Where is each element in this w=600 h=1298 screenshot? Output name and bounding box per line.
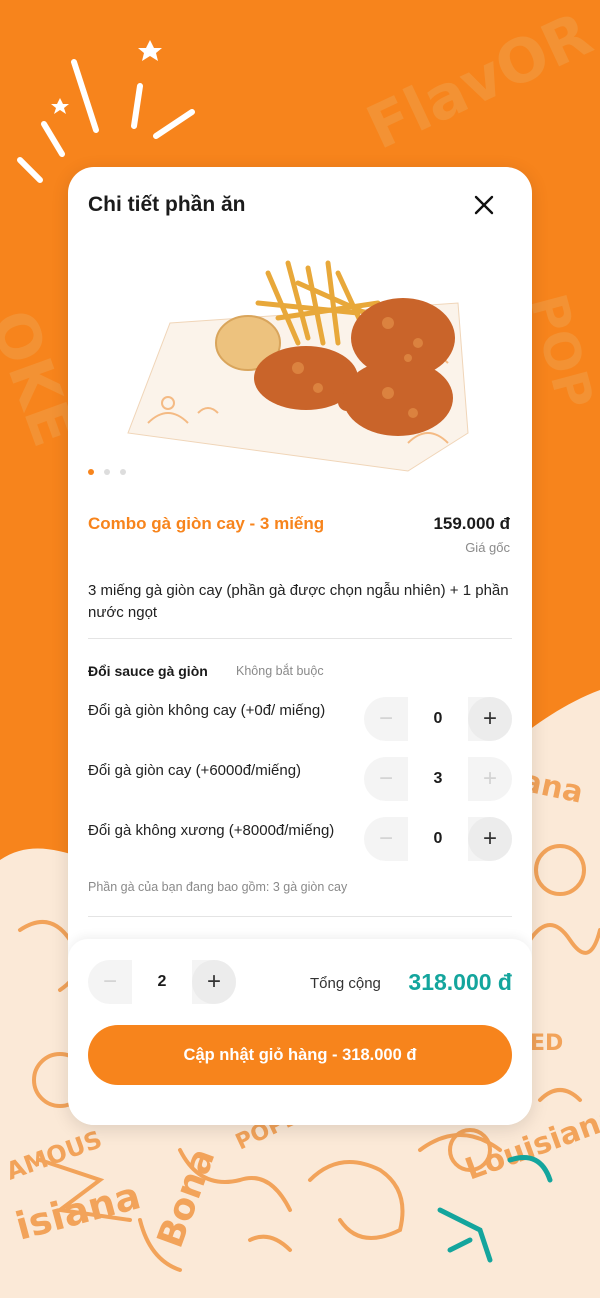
product-name: Combo gà giòn cay - 3 miếng — [88, 514, 325, 533]
option-stepper-boneless: − 0 + — [364, 817, 512, 861]
decrement-button[interactable]: − — [364, 697, 408, 741]
increment-button[interactable]: + — [468, 757, 512, 801]
price-note: Giá gốc — [465, 540, 510, 555]
divider — [88, 638, 512, 639]
sauce-section-title: Đổi sauce gà giòn — [88, 663, 208, 679]
quantity-stepper: − 2 + — [88, 960, 236, 1004]
decrement-button[interactable]: − — [364, 757, 408, 801]
increment-button[interactable]: + — [468, 817, 512, 861]
modal-footer: − 2 + Tổng cộng 318.000 đ Cập nhật giỏ h… — [68, 939, 532, 1125]
carousel-dot[interactable] — [120, 469, 126, 475]
option-label-non-spicy: Đổi gà giòn không cay (+0đ/ miếng) — [88, 702, 326, 719]
option-label-boneless: Đổi gà không xương (+8000đ/miếng) — [88, 822, 335, 839]
svg-text:FlavOR: FlavOR — [357, 0, 600, 164]
svg-text:ED: ED — [530, 1031, 563, 1056]
carousel-dot[interactable] — [104, 469, 110, 475]
increment-button[interactable]: + — [468, 697, 512, 741]
total-value: 318.000 đ — [408, 969, 512, 995]
option-stepper-non-spicy: − 0 + — [364, 697, 512, 741]
modal-header: Chi tiết phần ăn — [88, 189, 512, 221]
selection-summary-note: Phần gà của bạn đang bao gồm: 3 gà giòn … — [88, 880, 348, 894]
close-icon — [474, 195, 494, 215]
close-button[interactable] — [470, 191, 498, 219]
option-label-spicy: Đổi gà giòn cay (+6000đ/miếng) — [88, 762, 302, 779]
carousel-dot[interactable] — [88, 469, 94, 475]
option-stepper-spicy: − 3 + — [364, 757, 512, 801]
divider — [88, 916, 512, 917]
option-quantity: 0 — [408, 697, 468, 741]
update-cart-button[interactable]: Cập nhật giỏ hàng - 318.000 đ — [88, 1025, 512, 1085]
carousel-indicator — [88, 469, 126, 475]
product-detail-modal: Chi tiết phần ăn Combo gà giòn cay - 3 m… — [68, 167, 532, 1125]
product-image[interactable] — [108, 243, 488, 473]
modal-title: Chi tiết phần ăn — [88, 193, 246, 216]
decrement-button[interactable]: − — [364, 817, 408, 861]
item-quantity: 2 — [132, 960, 192, 1004]
option-quantity: 0 — [408, 817, 468, 861]
total-label: Tổng cộng — [310, 975, 381, 992]
option-quantity: 3 — [408, 757, 468, 801]
product-description: 3 miếng gà giòn cay (phần gà được chọn n… — [88, 582, 509, 621]
decrement-button[interactable]: − — [88, 960, 132, 1004]
sauce-section-optional-tag: Không bắt buộc — [236, 664, 324, 678]
increment-button[interactable]: + — [192, 960, 236, 1004]
product-price: 159.000 đ — [433, 514, 510, 533]
